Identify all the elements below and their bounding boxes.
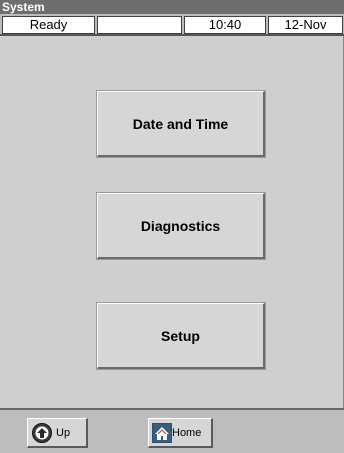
status-date: 12-Nov — [268, 16, 343, 34]
home-label: Home — [172, 426, 202, 439]
status-time: 10:40 — [184, 16, 266, 34]
main-panel: Date and Time Diagnostics Setup — [0, 36, 344, 408]
setup-button[interactable]: Setup — [97, 303, 265, 369]
status-bar: Ready 10:40 12-Nov — [0, 14, 344, 36]
up-label: Up — [56, 426, 71, 439]
status-state: Ready — [2, 16, 95, 34]
home-button[interactable]: Home — [148, 418, 213, 448]
up-arrow-icon — [32, 422, 52, 443]
hmi-screen: System Ready 10:40 12-Nov Date and Time … — [0, 0, 344, 453]
window-title: System — [0, 0, 344, 14]
bottom-nav-bar: Up Home — [0, 408, 344, 453]
home-icon — [152, 422, 172, 443]
status-field-empty — [97, 16, 182, 34]
up-button[interactable]: Up — [27, 418, 88, 448]
date-and-time-button[interactable]: Date and Time — [97, 91, 265, 157]
diagnostics-button[interactable]: Diagnostics — [97, 193, 265, 259]
